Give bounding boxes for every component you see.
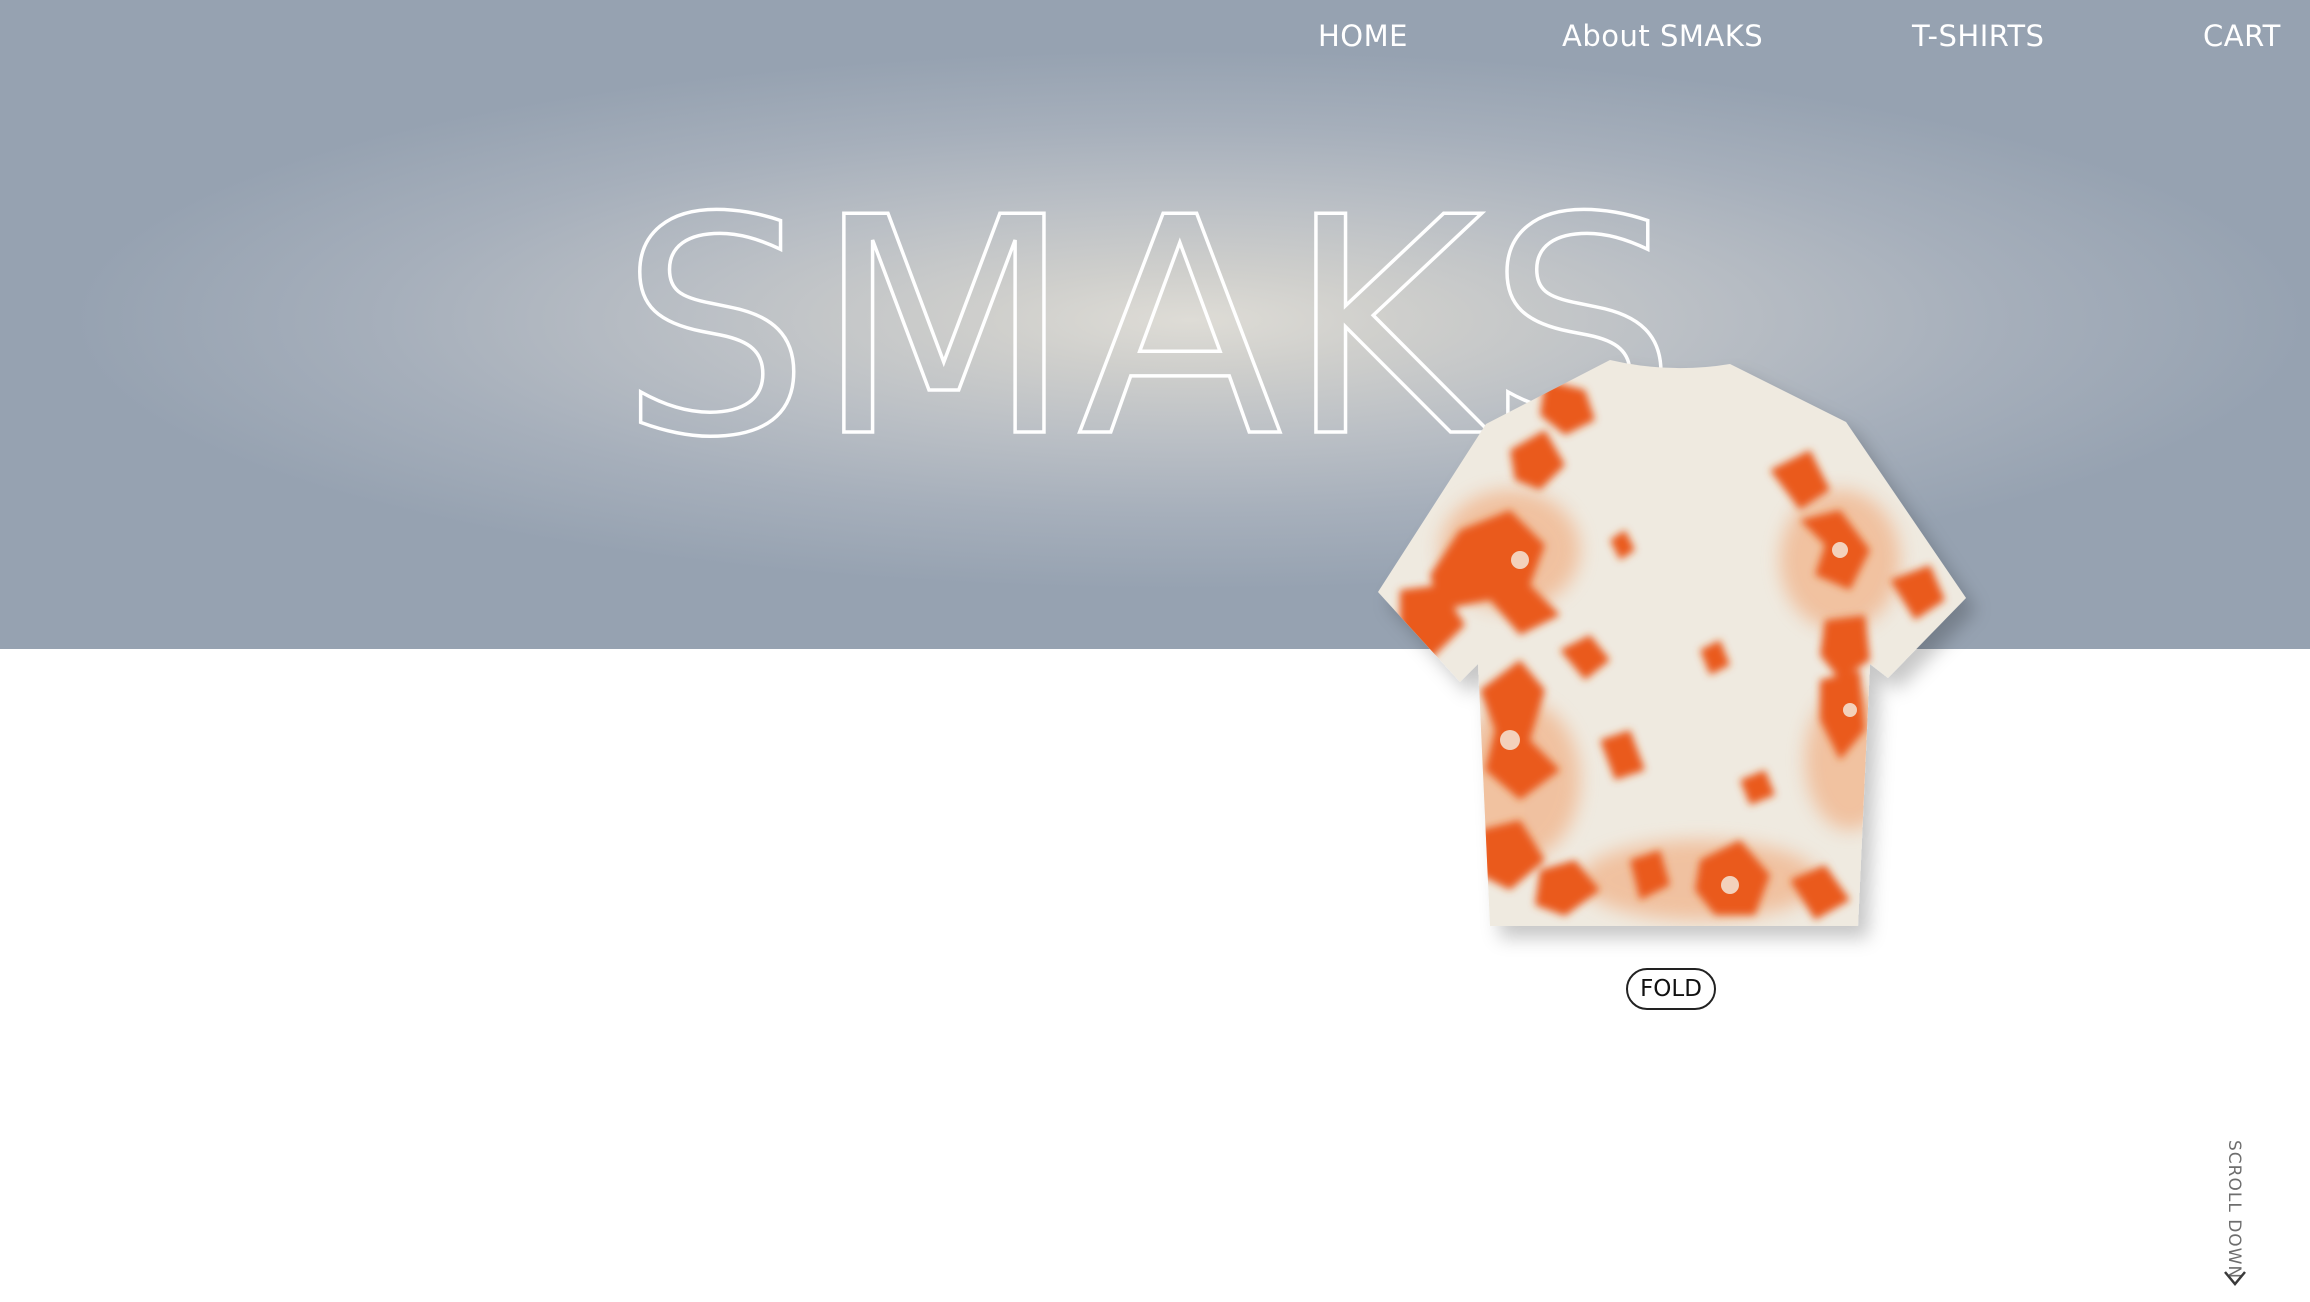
fold-button[interactable]: FOLD — [1626, 968, 1716, 1010]
nav-home-link[interactable]: HOME — [1318, 16, 1408, 56]
nav-tshirts-link[interactable]: T-SHIRTS — [1912, 16, 2044, 56]
scroll-down-label: SCROLL DOWN — [2224, 1140, 2244, 1280]
tie-dye-tshirt-image[interactable] — [1370, 360, 1970, 940]
tshirt-body — [1378, 360, 1966, 926]
nav-cart-link[interactable]: CART — [2203, 16, 2281, 56]
nav-about-link[interactable]: About SMAKS — [1562, 16, 1763, 56]
top-navigation: HOME About SMAKS T-SHIRTS CART — [0, 16, 2310, 56]
chevron-down-icon — [2224, 1271, 2246, 1286]
page: SMAKS HOME About SMAKS T-SHIRTS CART FOL… — [0, 0, 2310, 1302]
scroll-down-indicator[interactable]: SCROLL DOWN — [2222, 1140, 2262, 1290]
